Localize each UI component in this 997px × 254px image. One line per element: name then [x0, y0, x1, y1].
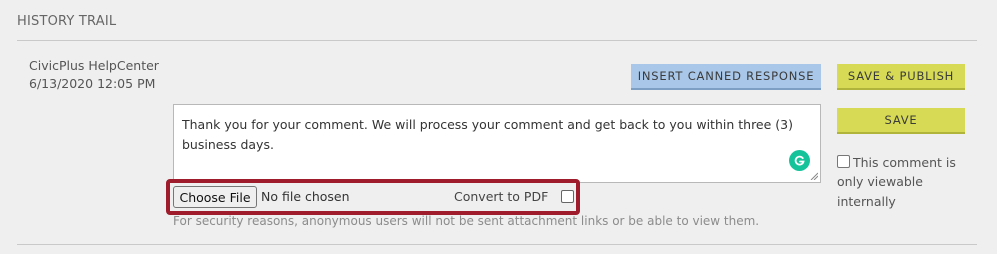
- save-and-publish-button[interactable]: SAVE & PUBLISH: [837, 64, 965, 90]
- comment-text: Thank you for your comment. We will proc…: [182, 117, 793, 152]
- author-name: CivicPlus HelpCenter: [29, 58, 159, 73]
- internal-only-option[interactable]: This comment is only viewable internally: [837, 153, 957, 211]
- save-button[interactable]: SAVE: [837, 108, 965, 134]
- history-trail-panel: HISTORY TRAIL CivicPlus HelpCenter 6/13/…: [0, 0, 997, 254]
- resize-grip-icon[interactable]: [810, 172, 818, 180]
- security-note: For security reasons, anonymous users wi…: [173, 214, 760, 228]
- section-title: HISTORY TRAIL: [17, 14, 117, 29]
- convert-to-pdf-label: Convert to PDF: [454, 189, 549, 204]
- comment-meta: CivicPlus HelpCenter 6/13/2020 12:05 PM: [29, 57, 159, 92]
- internal-only-label: This comment is only viewable internally: [837, 155, 956, 209]
- divider: [17, 40, 977, 41]
- internal-only-checkbox[interactable]: [837, 155, 850, 168]
- comment-date: 6/13/2020 12:05 PM: [29, 75, 156, 91]
- insert-canned-response-button[interactable]: INSERT CANNED RESPONSE: [631, 64, 821, 90]
- grammarly-icon[interactable]: [789, 150, 810, 171]
- convert-to-pdf-checkbox[interactable]: [561, 190, 574, 203]
- choose-file-button[interactable]: Choose File: [173, 186, 257, 208]
- file-status: No file chosen: [261, 189, 350, 204]
- divider: [17, 244, 977, 245]
- comment-textarea[interactable]: Thank you for your comment. We will proc…: [173, 104, 821, 183]
